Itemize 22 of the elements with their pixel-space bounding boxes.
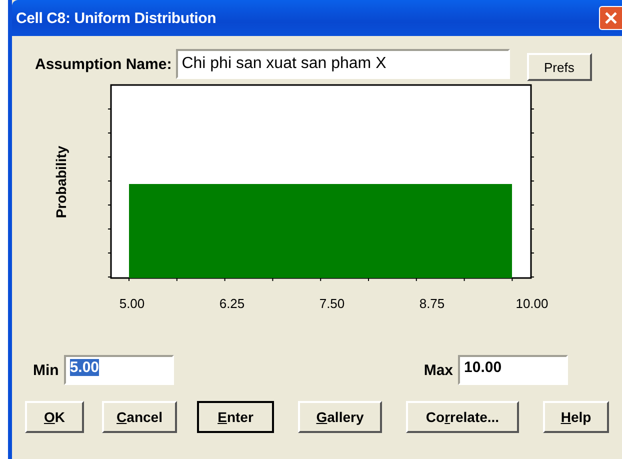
assumption-name-field[interactable]: Chi phi san xuat san pham X <box>176 49 510 79</box>
dialog-button[interactable]: Help <box>543 401 609 433</box>
min-field[interactable]: 5.00 <box>64 355 174 385</box>
dialog-button[interactable]: Gallery <box>298 401 382 433</box>
x-axis-tick-label: 6.25 <box>218 296 246 311</box>
close-button[interactable] <box>599 6 622 30</box>
close-icon <box>605 12 617 24</box>
window-title: Cell C8: Uniform Distribution <box>16 10 218 26</box>
dialog-button[interactable]: Cancel <box>102 401 177 433</box>
max-label: Max <box>424 362 454 378</box>
assumption-name-label: Assumption Name: <box>35 56 172 72</box>
x-axis-tick-label: 10.00 <box>514 296 550 311</box>
dialog-button[interactable]: Correlate... <box>406 401 519 433</box>
prefs-button[interactable]: Prefs <box>526 53 592 81</box>
dialog-button[interactable]: OK <box>25 401 84 433</box>
x-axis-tick-label: 7.50 <box>318 296 346 311</box>
y-axis-label: Probability <box>53 146 69 218</box>
min-label: Min <box>33 362 59 378</box>
x-axis-tick-label: 5.00 <box>118 296 146 311</box>
max-field[interactable]: 10.00 <box>458 355 568 385</box>
x-axis-tick-label: 8.75 <box>418 296 446 311</box>
dialog-button[interactable]: Enter <box>197 401 274 433</box>
